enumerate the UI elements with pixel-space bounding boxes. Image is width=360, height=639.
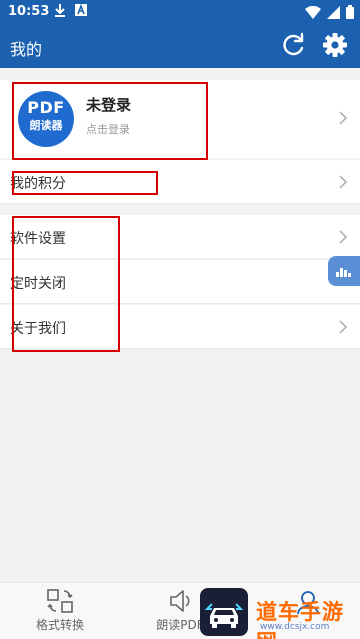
- profile-card[interactable]: PDF 朗读器: [0, 80, 360, 158]
- format-convert-icon: [47, 589, 73, 613]
- menu-item-settings[interactable]: 软件设置: [0, 215, 360, 259]
- avatar: PDF 朗读器: [18, 91, 74, 147]
- nav-item-label: 朗读PDF: [156, 618, 204, 632]
- wifi-icon: [305, 5, 321, 19]
- gear-icon[interactable]: [322, 32, 348, 58]
- speaker-icon: [170, 590, 190, 612]
- nav-item-label: 格式转换: [35, 618, 84, 632]
- download-icon: [55, 4, 65, 17]
- user-name: 未登录: [86, 96, 132, 114]
- floating-side-button[interactable]: [328, 256, 360, 286]
- nav-item-format-convert[interactable]: 格式转换: [30, 587, 90, 633]
- watermark-url: www.dcsjx.com: [260, 622, 330, 632]
- watermark-text: 道车手游网: [256, 600, 344, 639]
- car-logo-icon: [204, 603, 244, 628]
- app-bar: 我的: [0, 24, 360, 68]
- avatar-text-line1: PDF: [27, 98, 65, 117]
- status-time: 10:53: [8, 4, 50, 19]
- chevron-right-icon: [339, 230, 348, 244]
- points-row[interactable]: 我的积分: [0, 160, 360, 204]
- refresh-icon[interactable]: [280, 32, 306, 58]
- watermark-logo: [200, 588, 248, 636]
- chevron-right-icon: [339, 111, 348, 125]
- chevron-right-icon: [339, 320, 348, 334]
- menu-item-about[interactable]: 关于我们: [0, 305, 360, 349]
- menu-item-label: 定时关闭: [10, 276, 66, 292]
- menu-item-label: 软件设置: [10, 231, 66, 247]
- points-label: 我的积分: [10, 176, 66, 192]
- login-hint[interactable]: 点击登录: [86, 121, 130, 137]
- signal-icon: [327, 5, 340, 19]
- avatar-text-line2: 朗读器: [29, 119, 63, 132]
- battery-icon: [346, 5, 354, 19]
- menu-item-label: 关于我们: [10, 321, 66, 337]
- equalizer-icon: [336, 268, 351, 277]
- status-bar: 10:53: [0, 0, 360, 24]
- menu-item-timer[interactable]: 定时关闭: [0, 260, 360, 304]
- page-title: 我的: [10, 40, 43, 59]
- chevron-right-icon: [339, 175, 348, 189]
- app-notification-icon: [75, 3, 87, 16]
